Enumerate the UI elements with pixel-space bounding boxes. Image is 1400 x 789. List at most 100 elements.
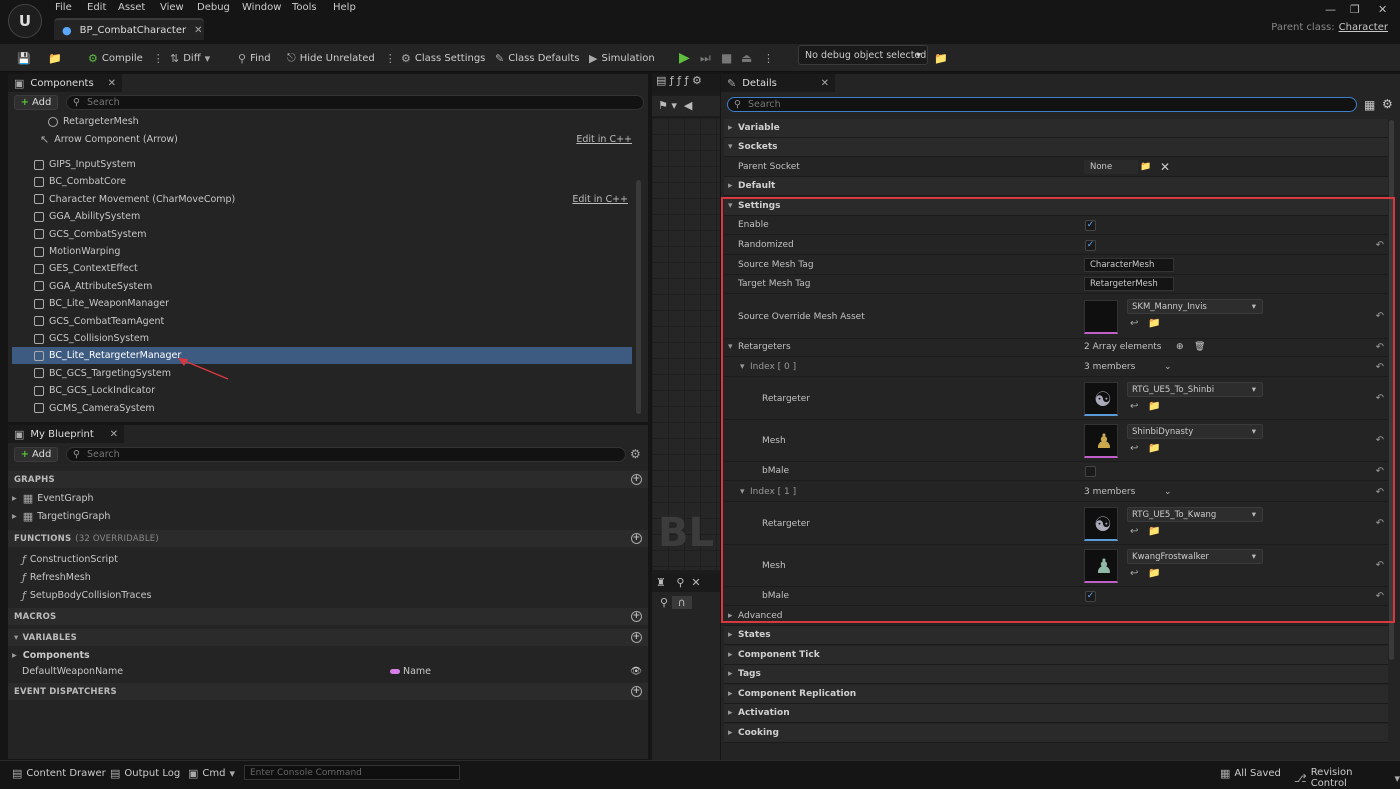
details-tab[interactable]: ✎ Details ✕ (721, 74, 835, 92)
component-item[interactable]: Character Movement (CharMoveComp) Edit in… (12, 191, 632, 208)
mesh-1-select[interactable]: KwangFrostwalker ▾ (1127, 549, 1263, 564)
component-item[interactable]: BC_Lite_WeaponManager (12, 295, 632, 312)
reset-arrow-icon[interactable]: ↶ (1376, 342, 1384, 353)
graph-nav-icon[interactable]: ⚑ ▾ ◀ (652, 96, 720, 116)
components-scrollbar[interactable] (636, 180, 641, 414)
close-icon[interactable]: ✕ (194, 25, 202, 36)
variable-group[interactable]: ▸ Components (12, 647, 90, 664)
step-icon[interactable]: ⏭ (700, 48, 711, 68)
play-button[interactable]: ▶ (679, 48, 690, 68)
reset-arrow-icon[interactable]: ↶ (1376, 466, 1384, 477)
component-item[interactable]: GCS_CombatSystem (12, 226, 632, 243)
component-item[interactable]: BC_GCS_LockIndicator (12, 382, 632, 399)
details-search-input[interactable]: ⚲ Search (727, 97, 1357, 112)
variable-item[interactable]: DefaultWeaponName Name 👁 (22, 663, 648, 680)
tab-bp-combat-character[interactable]: ● BP_CombatCharacter ✕ (54, 18, 204, 40)
reset-arrow-icon[interactable]: ↶ (1376, 240, 1384, 251)
browse-icon[interactable]: 📁 (48, 48, 62, 68)
chevron-down-icon[interactable]: ⌄ (1164, 362, 1172, 372)
use-selected-icon[interactable]: ↩ (1130, 568, 1138, 579)
browse-socket-icon[interactable]: 📁 (1140, 162, 1151, 172)
component-item[interactable]: MotionWarping (12, 243, 632, 260)
edit-in-cpp-link[interactable]: Edit in C++ (572, 194, 628, 205)
component-item[interactable]: ↖ Arrow Component (Arrow) Edit in C++ (40, 131, 632, 148)
browse-icon[interactable]: 📁 (1148, 443, 1160, 454)
variables-section[interactable]: ▾ VARIABLES + (8, 629, 648, 646)
parent-socket-value[interactable]: None (1084, 160, 1138, 174)
chevron-down-icon[interactable]: ⌄ (1164, 487, 1172, 497)
blueprint-search-input[interactable]: ⚲ Search (66, 447, 626, 462)
category-activation[interactable]: ▸ Activation (724, 704, 1388, 723)
graph-item[interactable]: ▸ ▦ TargetingGraph (12, 508, 110, 525)
category-replication[interactable]: ▸ Component Replication (724, 685, 1388, 704)
function-item[interactable]: ƒ ConstructionScript (22, 551, 118, 568)
retargeter-1-select[interactable]: RTG_UE5_To_Kwang ▾ (1127, 507, 1263, 522)
compile-button[interactable]: ⚙ Compile ⋮ (88, 48, 164, 68)
debug-object-select[interactable]: No debug object selected ▾ (798, 45, 928, 65)
mesh-thumbnail[interactable]: ♟ (1084, 549, 1118, 583)
hide-unrelated-button[interactable]: ⎋ Hide Unrelated ⋮ (287, 48, 396, 68)
component-item[interactable]: RetargeterMesh (48, 113, 638, 130)
reset-arrow-icon[interactable]: ↶ (1376, 591, 1384, 602)
component-item[interactable]: BC_GCS_TargetingSystem (12, 365, 632, 382)
retargeters-row[interactable]: ▾ Retargeters 2 Array elements ⊕ 🗑 ↶ (724, 338, 1388, 357)
add-element-icon[interactable]: ⊕ (1176, 342, 1184, 352)
trash-icon[interactable]: 🗑 (1194, 342, 1205, 352)
restore-icon[interactable]: ❐ (1350, 3, 1360, 16)
menu-view[interactable]: View (160, 2, 184, 13)
console-input[interactable]: Enter Console Command (244, 765, 460, 780)
component-item[interactable]: GCMS_CameraSystem (12, 400, 632, 417)
details-scrollbar[interactable] (1389, 120, 1394, 660)
target-mesh-tag-input[interactable]: RetargeterMesh (1084, 277, 1174, 291)
stop-icon[interactable]: ■ (721, 48, 732, 68)
retargeter-thumbnail[interactable]: ☯ (1084, 382, 1118, 416)
component-item[interactable]: GIPS_InputSystem (12, 156, 632, 173)
menu-tools[interactable]: Tools (292, 2, 317, 13)
enable-checkbox[interactable]: ✓ (1085, 219, 1096, 231)
find-search-icon[interactable]: ⚲ ∩ (652, 592, 720, 613)
reset-arrow-icon[interactable]: ↶ (1376, 560, 1384, 571)
reset-arrow-icon[interactable]: ↶ (1376, 518, 1384, 529)
category-variable[interactable]: ▸ Variable (724, 119, 1388, 138)
category-cooking[interactable]: ▸ Cooking (724, 724, 1388, 743)
use-selected-icon[interactable]: ↩ (1130, 443, 1138, 454)
bmale-1-checkbox[interactable]: ✓ (1085, 590, 1096, 602)
menu-window[interactable]: Window (242, 2, 281, 13)
mesh-thumbnail[interactable]: ♟ (1084, 424, 1118, 458)
function-item[interactable]: ƒ RefreshMesh (22, 569, 91, 586)
retargeter-thumbnail[interactable]: ☯ (1084, 507, 1118, 541)
category-component-tick[interactable]: ▸ Component Tick (724, 646, 1388, 665)
add-macro-icon[interactable]: + (631, 611, 642, 622)
add-member-button[interactable]: + Add (14, 447, 58, 462)
edit-in-cpp-link[interactable]: Edit in C++ (576, 134, 632, 145)
index-1-row[interactable]: ▾ Index [ 1 ] 3 members ⌄ ↶ (724, 483, 1388, 502)
browse-icon[interactable]: 📁 (1148, 526, 1160, 537)
component-item[interactable]: GES_ContextEffect (12, 260, 632, 277)
content-drawer-button[interactable]: ▤ Content Drawer (12, 767, 106, 780)
graph-item[interactable]: ▸ ▦ EventGraph (12, 490, 94, 507)
component-item[interactable]: GCS_CombatTeamAgent (12, 313, 632, 330)
close-icon[interactable]: ✕ (110, 429, 118, 440)
mesh-0-select[interactable]: ShinbiDynasty ▾ (1127, 424, 1263, 439)
reset-arrow-icon[interactable]: ↶ (1376, 435, 1384, 446)
category-states[interactable]: ▸ States (724, 626, 1388, 645)
eject-icon[interactable]: ⏏ (741, 48, 752, 68)
menu-asset[interactable]: Asset (118, 2, 145, 13)
menu-edit[interactable]: Edit (87, 2, 106, 13)
play-options-icon[interactable]: ⋮ (763, 48, 774, 68)
browse-icon[interactable]: 📁 (1148, 568, 1160, 579)
graph-grid[interactable]: BL (652, 118, 720, 570)
retargeter-0-select[interactable]: RTG_UE5_To_Shinbi ▾ (1127, 382, 1263, 397)
component-item[interactable]: GCS_CollisionSystem (12, 330, 632, 347)
category-tags[interactable]: ▸ Tags (724, 665, 1388, 684)
graph-area[interactable]: ▤ ƒ ƒ ƒ ⚙ ⚑ ▾ ◀ BL ♜ ⚲ ✕ ⚲ ∩ (652, 74, 720, 760)
mesh-thumbnail[interactable] (1084, 300, 1118, 334)
table-view-icon[interactable]: ▦ (1364, 98, 1375, 112)
menu-file[interactable]: File (55, 2, 72, 13)
category-settings[interactable]: ▾ Settings (724, 197, 1388, 216)
component-item[interactable]: GGA_AbilitySystem (12, 208, 632, 225)
category-sockets[interactable]: ▾ Sockets (724, 138, 1388, 157)
find-tab-icon[interactable]: ♜ ⚲ ✕ (652, 574, 720, 592)
use-selected-icon[interactable]: ↩ (1130, 526, 1138, 537)
advanced-row[interactable]: ▸ Advanced (724, 607, 1388, 626)
